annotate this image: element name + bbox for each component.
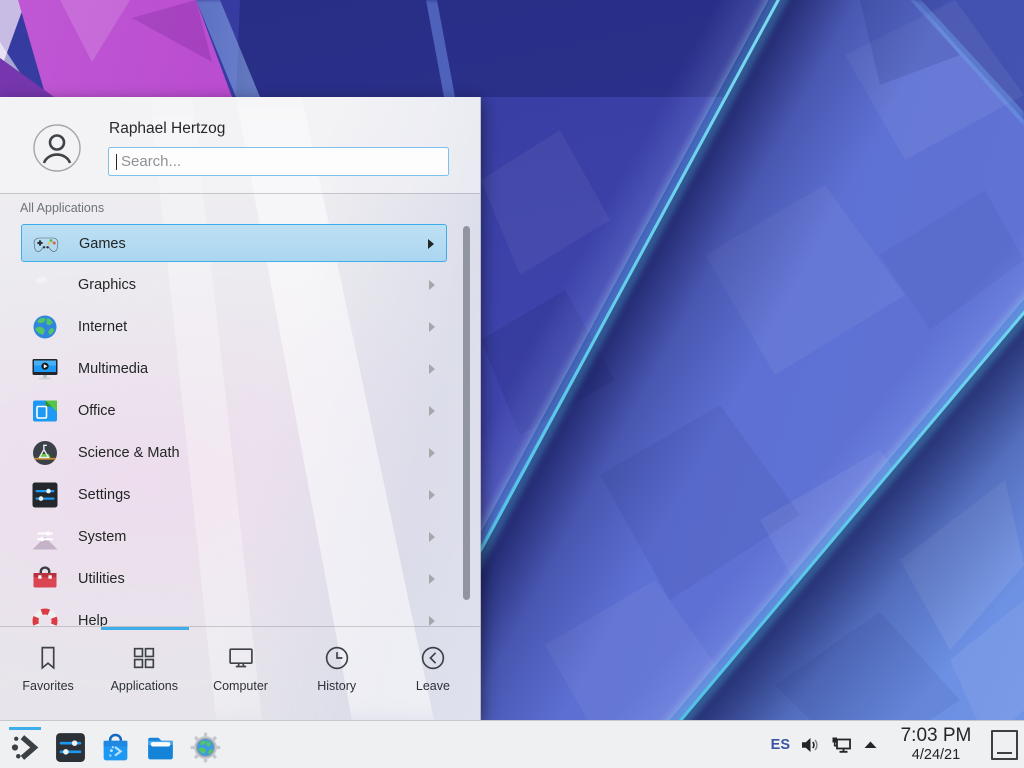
active-tab-indicator <box>101 627 189 630</box>
menu-item-label: Settings <box>78 476 130 514</box>
tab-applications[interactable]: Applications <box>96 627 192 720</box>
menu-item-label: Games <box>79 225 126 263</box>
tab-favorites[interactable]: Favorites <box>0 627 96 720</box>
application-category-list: Games Graphics Internet Multimedia Offic… <box>0 224 463 626</box>
menu-item-games[interactable]: Games <box>21 224 447 262</box>
launcher-application-launcher[interactable] <box>5 727 45 767</box>
chevron-right-icon <box>429 280 435 290</box>
user-avatar[interactable] <box>33 124 81 172</box>
tab-computer[interactable]: Computer <box>192 627 288 720</box>
menu-item-science-math[interactable]: Science & Math <box>21 434 447 472</box>
menu-item-office[interactable]: Office <box>21 392 447 430</box>
chevron-right-icon <box>429 490 435 500</box>
chevron-right-icon <box>428 239 434 249</box>
multimedia-icon <box>31 355 59 383</box>
office-icon <box>31 397 59 425</box>
clock-date: 4/24/21 <box>889 748 983 763</box>
tab-label: Leave <box>416 679 450 693</box>
chevron-right-icon <box>429 448 435 458</box>
system-icon <box>31 523 59 551</box>
scrollbar-thumb[interactable] <box>463 226 470 600</box>
science-icon <box>31 439 59 467</box>
launcher-discover[interactable] <box>95 727 135 767</box>
tab-label: Computer <box>213 679 268 693</box>
desktop-outline-icon <box>997 752 1012 754</box>
menu-item-label: Multimedia <box>78 350 148 388</box>
menu-item-help[interactable]: Help <box>21 602 447 626</box>
launcher-web-browser[interactable] <box>185 727 225 767</box>
tab-label: Favorites <box>22 679 73 693</box>
chevron-right-icon <box>429 616 435 626</box>
system-tray: ES 7:03 PM 4/ <box>771 721 1024 768</box>
application-launcher-menu: Raphael Hertzog All Applications Games G… <box>0 97 481 720</box>
menu-item-label: System <box>78 518 126 556</box>
utilities-icon <box>31 565 59 593</box>
tab-history[interactable]: History <box>289 627 385 720</box>
launcher-file-manager[interactable] <box>140 727 180 767</box>
launcher-system-settings[interactable] <box>50 727 90 767</box>
clock-time: 7:03 PM <box>889 726 983 745</box>
chevron-right-icon <box>429 322 435 332</box>
menu-item-label: Help <box>78 602 108 626</box>
menu-item-system[interactable]: System <box>21 518 447 556</box>
menu-item-label: Science & Math <box>78 434 180 472</box>
menu-item-multimedia[interactable]: Multimedia <box>21 350 447 388</box>
tab-leave[interactable]: Leave <box>385 627 481 720</box>
menu-item-label: Graphics <box>78 266 136 304</box>
section-label: All Applications <box>20 201 104 215</box>
taskbar-panel: ES 7:03 PM 4/ <box>0 720 1024 768</box>
clock-icon <box>323 644 351 672</box>
chevron-right-icon <box>429 532 435 542</box>
tab-label: History <box>317 679 356 693</box>
keyboard-layout-indicator[interactable]: ES <box>771 737 790 753</box>
menu-item-graphics[interactable]: Graphics <box>21 266 447 304</box>
leave-icon <box>419 644 447 672</box>
expand-arrow-icon[interactable] <box>862 737 879 753</box>
help-icon <box>31 607 59 626</box>
user-name: Raphael Hertzog <box>109 120 225 138</box>
menu-item-label: Office <box>78 392 116 430</box>
task-manager <box>0 721 420 768</box>
network-icon[interactable] <box>829 733 854 757</box>
settings-icon <box>31 481 59 509</box>
volume-icon[interactable] <box>799 734 821 756</box>
computer-icon <box>227 644 255 672</box>
search-field[interactable] <box>108 147 449 176</box>
globe-icon <box>31 313 59 341</box>
launcher-tab-bar: Favorites Applications Computer History … <box>0 627 481 720</box>
menu-item-label: Utilities <box>78 560 125 598</box>
chevron-right-icon <box>429 364 435 374</box>
show-desktop-button[interactable] <box>991 730 1018 760</box>
gamepad-icon <box>32 230 60 258</box>
digital-clock[interactable]: 7:03 PM 4/24/21 <box>889 726 983 763</box>
bookmark-icon <box>34 644 62 672</box>
chevron-right-icon <box>429 406 435 416</box>
search-input[interactable] <box>109 148 448 175</box>
menu-item-utilities[interactable]: Utilities <box>21 560 447 598</box>
tab-label: Applications <box>111 679 178 693</box>
menu-item-settings[interactable]: Settings <box>21 476 447 514</box>
chevron-right-icon <box>429 574 435 584</box>
menu-item-internet[interactable]: Internet <box>21 308 447 346</box>
grid-icon <box>130 644 158 672</box>
active-task-indicator <box>9 727 41 730</box>
sphere-icon <box>31 271 59 299</box>
desktop: Raphael Hertzog All Applications Games G… <box>0 0 1024 768</box>
menu-item-label: Internet <box>78 308 127 346</box>
